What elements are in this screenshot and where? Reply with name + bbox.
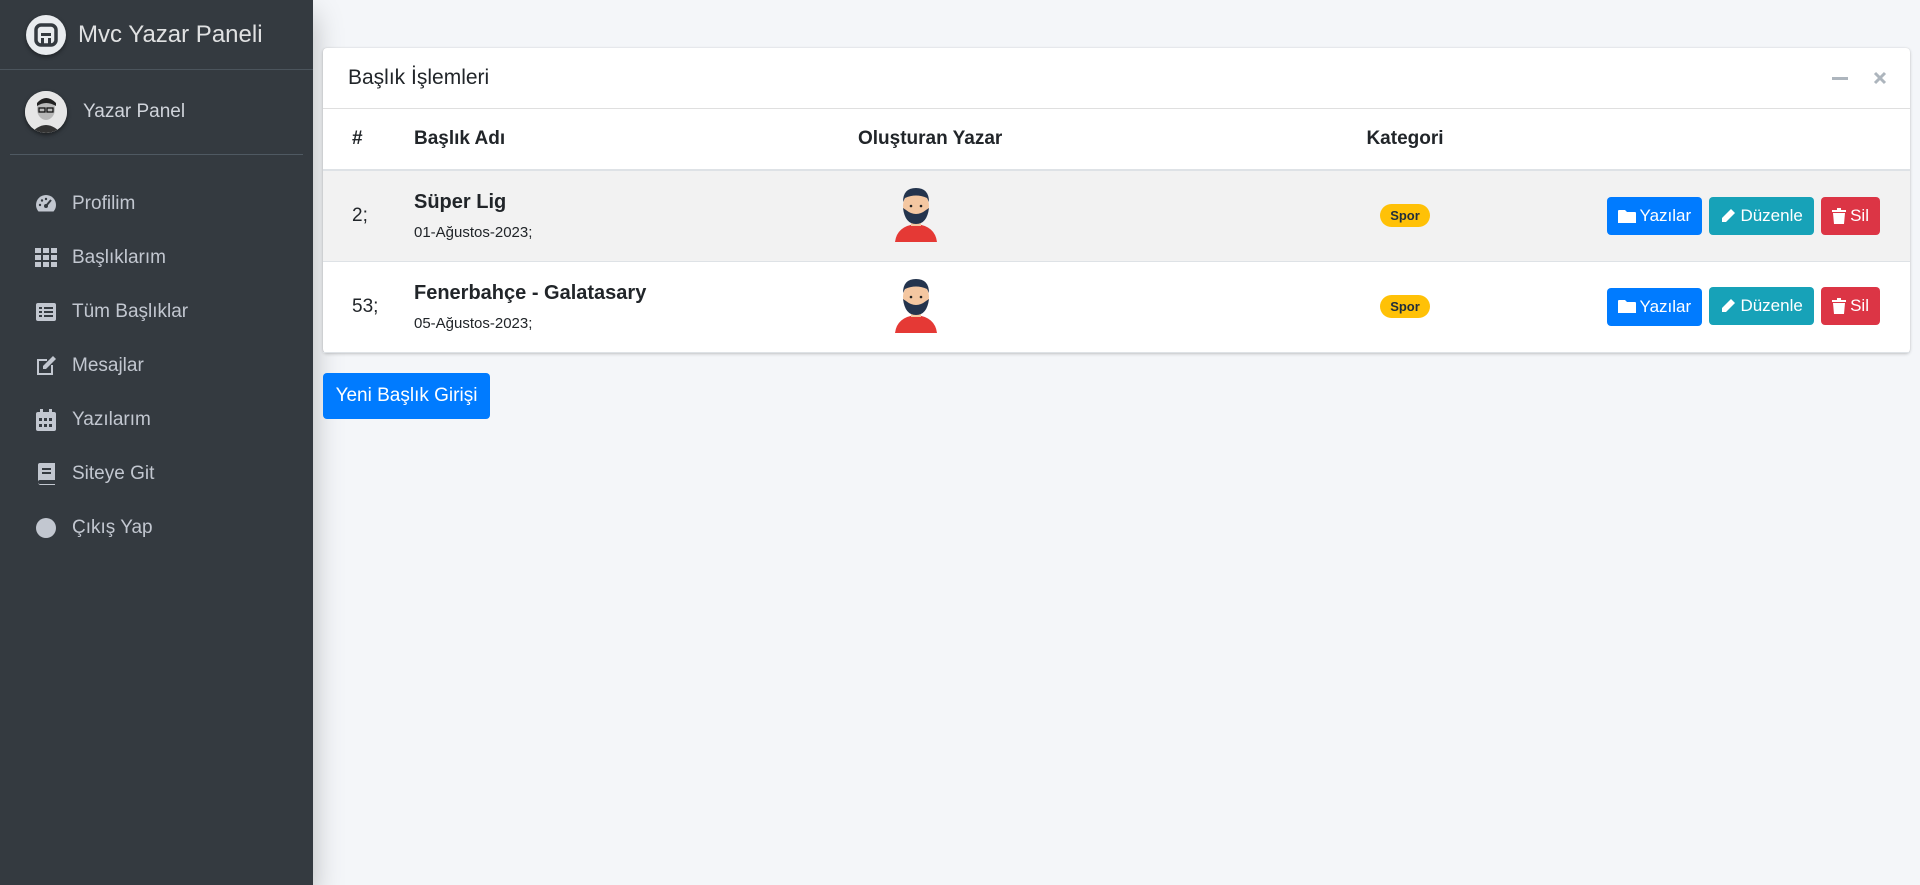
sidebar-item-label: Siteye Git <box>72 463 155 484</box>
sidebar-item-siteye-git[interactable]: Siteye Git <box>0 447 313 501</box>
sidebar-item-basliklarim[interactable]: Başlıklarım <box>0 231 313 285</box>
sidebar-nav: Profilim Başlıklarım Tüm Başlıklar Mesaj… <box>0 177 313 555</box>
row-category-cell: Spor <box>1340 170 1470 261</box>
row-date: 05-Ağustos-2023; <box>414 314 533 332</box>
row-actions: Yazılar Düzenle Sil <box>1470 170 1910 261</box>
table-header-row: # Başlık Adı Oluşturan Yazar Kategori <box>323 109 1910 171</box>
list-icon <box>34 300 58 324</box>
category-badge: Spor <box>1380 204 1430 228</box>
brand[interactable]: Mvc Yazar Paneli <box>0 0 313 70</box>
delete-button[interactable]: Sil <box>1821 196 1880 235</box>
posts-button[interactable]: Yazılar <box>1606 287 1703 326</box>
titles-table: # Başlık Adı Oluşturan Yazar Kategori 2;… <box>323 109 1910 353</box>
sidebar-item-label: Tüm Başlıklar <box>72 301 189 322</box>
posts-button-label: Yazılar <box>1639 206 1692 225</box>
folder-icon <box>1617 209 1636 223</box>
sidebar-item-label: Başlıklarım <box>72 247 166 268</box>
user-name: Yazar Panel <box>83 101 186 122</box>
sidebar-item-label: Mesajlar <box>72 355 144 376</box>
card-tools <box>1828 66 1892 90</box>
book-icon <box>34 462 58 486</box>
author-avatar <box>895 278 937 333</box>
sidebar-item-cikis-yap[interactable]: Çıkış Yap <box>0 501 313 555</box>
brand-logo-icon <box>26 14 66 55</box>
calendar-icon <box>34 408 58 432</box>
sidebar-item-label: Yazılarım <box>72 409 151 430</box>
row-title-cell: Fenerbahçe - Galatasary 05-Ağustos-2023; <box>414 261 858 352</box>
pencil-icon <box>1722 208 1736 222</box>
row-title: Süper Lig <box>414 190 507 213</box>
close-icon[interactable] <box>1868 66 1892 90</box>
delete-button[interactable]: Sil <box>1821 287 1880 326</box>
user-avatar <box>25 91 67 133</box>
row-id: 2; <box>352 204 368 226</box>
row-title-cell: Süper Lig 01-Ağustos-2023; <box>414 170 858 261</box>
edit-button-label: Düzenle <box>1740 296 1803 316</box>
edit-button[interactable]: Düzenle <box>1709 196 1814 235</box>
sidebar: Mvc Yazar Paneli Yazar Panel Profilim Ba… <box>0 0 313 885</box>
row-date: 01-Ağustos-2023; <box>414 223 533 241</box>
pencil-icon <box>1722 299 1736 313</box>
edit-button-label: Düzenle <box>1740 205 1803 225</box>
grid-icon <box>34 246 58 270</box>
column-header-title: Başlık Adı <box>414 109 858 171</box>
circle-icon <box>34 516 58 540</box>
row-author-cell <box>858 261 1340 352</box>
brand-title: Mvc Yazar Paneli <box>78 20 263 48</box>
sidebar-item-profilim[interactable]: Profilim <box>0 177 313 231</box>
table-row: 53; Fenerbahçe - Galatasary 05-Ağustos-2… <box>323 261 1910 352</box>
row-author-cell <box>858 170 1340 261</box>
user-panel[interactable]: Yazar Panel <box>10 70 303 155</box>
titles-card: Başlık İşlemleri # Başlık Adı Oluşturan … <box>323 48 1910 353</box>
new-title-button[interactable]: Yeni Başlık Girişi <box>323 373 490 419</box>
column-header-category: Kategori <box>1340 109 1470 171</box>
author-avatar <box>895 187 937 242</box>
collapse-icon[interactable] <box>1828 66 1852 90</box>
trash-icon <box>1832 298 1847 315</box>
row-title: Fenerbahçe - Galatasary <box>414 281 647 304</box>
trash-icon <box>1832 207 1847 224</box>
sidebar-item-label: Profilim <box>72 193 136 214</box>
column-header-id: # <box>323 109 414 171</box>
row-actions: Yazılar Düzenle Sil <box>1470 261 1910 352</box>
sidebar-item-mesajlar[interactable]: Mesajlar <box>0 339 313 393</box>
row-category-cell: Spor <box>1340 261 1470 352</box>
sidebar-item-yazilarim[interactable]: Yazılarım <box>0 393 313 447</box>
edit-icon <box>34 354 58 378</box>
delete-button-label: Sil <box>1850 205 1869 225</box>
column-header-actions <box>1470 109 1910 171</box>
card-header: Başlık İşlemleri <box>323 48 1910 109</box>
posts-button-label: Yazılar <box>1639 296 1692 316</box>
folder-icon <box>1617 300 1636 314</box>
dashboard-gauge-icon <box>34 192 58 216</box>
table-row: 2; Süper Lig 01-Ağustos-2023; Spor Yazıl… <box>323 170 1910 261</box>
posts-button[interactable]: Yazılar <box>1606 197 1703 235</box>
column-header-author: Oluşturan Yazar <box>858 109 1340 171</box>
card-title: Başlık İşlemleri <box>348 66 490 89</box>
category-badge: Spor <box>1380 295 1430 318</box>
row-id: 53; <box>352 295 379 317</box>
sidebar-item-tum-basliklar[interactable]: Tüm Başlıklar <box>0 285 313 339</box>
delete-button-label: Sil <box>1850 296 1869 316</box>
edit-button[interactable]: Düzenle <box>1709 287 1814 326</box>
sidebar-item-label: Çıkış Yap <box>72 517 153 538</box>
